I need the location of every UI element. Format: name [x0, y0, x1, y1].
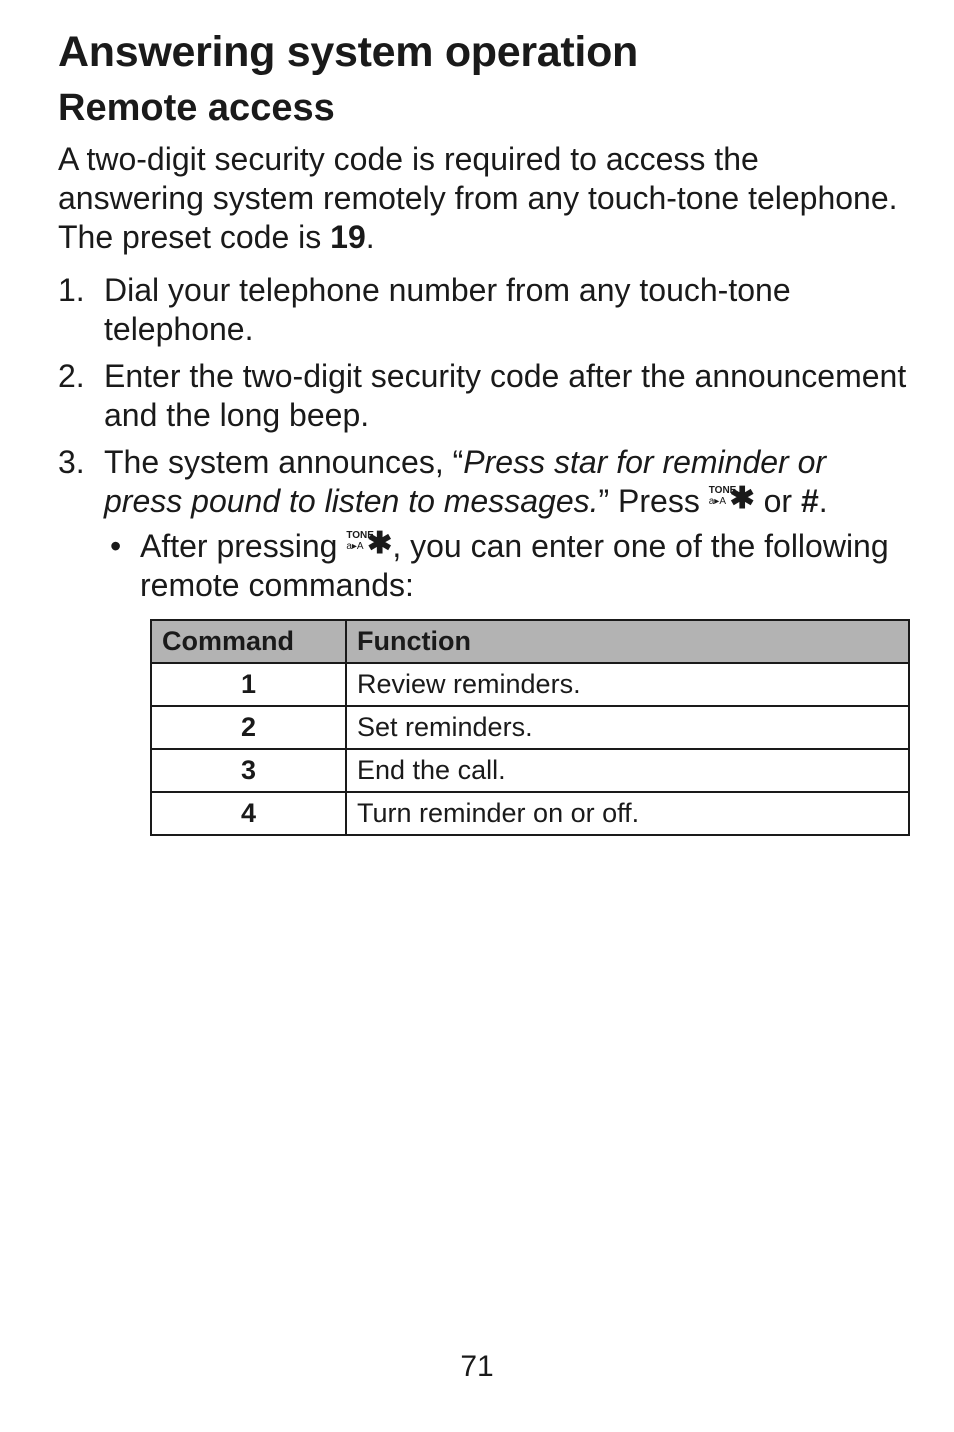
- col-header-function: Function: [346, 620, 909, 663]
- step3-text-d: .: [819, 483, 828, 519]
- table-row: 4 Turn reminder on or off.: [151, 792, 909, 835]
- star-glyph: ✱: [367, 529, 392, 559]
- table-row: 1 Review reminders.: [151, 663, 909, 706]
- cmd-cell: 3: [151, 749, 346, 792]
- tone-sublabel: a▸A: [346, 542, 363, 552]
- hash-key: #: [801, 483, 819, 519]
- table-header-row: Command Function: [151, 620, 909, 663]
- preset-code: 19: [330, 219, 366, 255]
- tone-sublabel: a▸A: [709, 497, 726, 507]
- page-title: Answering system operation: [58, 28, 908, 77]
- step-3: The system announces, “Press star for re…: [58, 443, 908, 836]
- step3-text-b: ” Press: [599, 483, 709, 519]
- fn-cell: Turn reminder on or off.: [346, 792, 909, 835]
- bullet-item: After pressing TONEa▸A✱, you can enter o…: [104, 527, 908, 605]
- step-1: Dial your telephone number from any touc…: [58, 271, 908, 349]
- step3-text-c: or: [755, 483, 801, 519]
- table-row: 3 End the call.: [151, 749, 909, 792]
- intro-text-a: A two-digit security code is required to…: [58, 141, 898, 255]
- step3-text-a: The system announces, “: [104, 444, 463, 480]
- fn-cell: Set reminders.: [346, 706, 909, 749]
- tone-star-icon: TONEa▸A✱: [346, 531, 392, 561]
- tone-star-icon: TONEa▸A✱: [709, 486, 755, 516]
- star-glyph: ✱: [730, 484, 755, 514]
- bullet-text-a: After pressing: [140, 528, 346, 564]
- page: Answering system operation Remote access…: [0, 0, 954, 1432]
- commands-table: Command Function 1 Review reminders. 2 S…: [150, 619, 910, 836]
- table-row: 2 Set reminders.: [151, 706, 909, 749]
- bullet-list: After pressing TONEa▸A✱, you can enter o…: [104, 527, 908, 605]
- intro-text-b: .: [366, 219, 375, 255]
- intro-paragraph: A two-digit security code is required to…: [58, 140, 908, 257]
- fn-cell: Review reminders.: [346, 663, 909, 706]
- step-2: Enter the two-digit security code after …: [58, 357, 908, 435]
- cmd-cell: 1: [151, 663, 346, 706]
- fn-cell: End the call.: [346, 749, 909, 792]
- section-title: Remote access: [58, 87, 908, 130]
- cmd-cell: 2: [151, 706, 346, 749]
- steps-list: Dial your telephone number from any touc…: [58, 271, 908, 836]
- page-number: 71: [0, 1350, 954, 1384]
- cmd-cell: 4: [151, 792, 346, 835]
- col-header-command: Command: [151, 620, 346, 663]
